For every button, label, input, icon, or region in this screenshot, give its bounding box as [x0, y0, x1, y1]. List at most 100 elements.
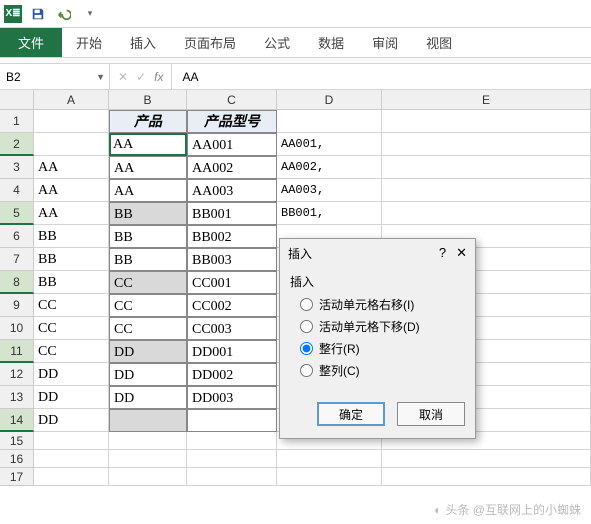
cell[interactable] [382, 450, 591, 468]
cell[interactable]: CC002 [187, 294, 277, 317]
row-header[interactable]: 4 [0, 179, 34, 202]
cell[interactable]: DD [109, 386, 187, 409]
redo-dropdown-icon[interactable]: ▾ [80, 4, 100, 24]
tab-formulas[interactable]: 公式 [250, 28, 304, 57]
cell[interactable] [277, 450, 382, 468]
row-header[interactable]: 9 [0, 294, 34, 317]
cell[interactable] [382, 156, 591, 179]
cell[interactable] [187, 450, 277, 468]
cell[interactable]: DD001 [187, 340, 277, 363]
cell[interactable]: AA [109, 156, 187, 179]
radio-entire-col[interactable]: 整列(C) [300, 362, 465, 379]
cell[interactable] [382, 468, 591, 486]
row-header[interactable]: 3 [0, 156, 34, 179]
cell[interactable]: AA [34, 156, 109, 179]
cell[interactable]: BB [109, 202, 187, 225]
cell[interactable]: 产品 [109, 110, 187, 133]
cell[interactable]: BB [109, 225, 187, 248]
col-header[interactable]: B [109, 90, 187, 110]
cell[interactable]: BB002 [187, 225, 277, 248]
cell[interactable] [34, 110, 109, 133]
col-header[interactable]: D [277, 90, 382, 110]
cell[interactable]: CC [34, 340, 109, 363]
radio-input[interactable] [300, 298, 313, 311]
tab-view[interactable]: 视图 [412, 28, 466, 57]
cell[interactable] [34, 133, 109, 156]
close-icon[interactable]: ✕ [456, 245, 467, 261]
row-header[interactable]: 13 [0, 386, 34, 409]
cell[interactable]: BB [34, 271, 109, 294]
cell[interactable]: DD [109, 340, 187, 363]
cell[interactable]: AA001 [187, 133, 277, 156]
cell[interactable]: BB [34, 248, 109, 271]
col-header[interactable]: C [187, 90, 277, 110]
undo-icon[interactable] [54, 4, 74, 24]
cell[interactable]: CC003 [187, 317, 277, 340]
row-header[interactable]: 6 [0, 225, 34, 248]
cell[interactable]: CC [109, 317, 187, 340]
tab-review[interactable]: 审阅 [358, 28, 412, 57]
radio-input[interactable] [300, 320, 313, 333]
tab-layout[interactable]: 页面布局 [170, 28, 250, 57]
cell[interactable] [187, 432, 277, 450]
cell[interactable]: BB [109, 248, 187, 271]
tab-home[interactable]: 开始 [62, 28, 116, 57]
cell[interactable]: DD [34, 363, 109, 386]
ok-button[interactable]: 确定 [317, 402, 385, 426]
radio-input[interactable] [300, 364, 313, 377]
cell[interactable]: AA003, [277, 179, 382, 202]
cell[interactable] [109, 450, 187, 468]
cell[interactable] [277, 110, 382, 133]
row-header[interactable]: 10 [0, 317, 34, 340]
name-box[interactable]: ▼ [0, 64, 110, 89]
formula-input[interactable]: AA [172, 64, 591, 89]
cell[interactable]: BB001 [187, 202, 277, 225]
cell[interactable] [109, 432, 187, 450]
save-icon[interactable] [28, 4, 48, 24]
row-header[interactable]: 14 [0, 409, 34, 432]
cell[interactable]: BB003 [187, 248, 277, 271]
cell[interactable] [277, 468, 382, 486]
row-header[interactable]: 15 [0, 432, 34, 450]
cell[interactable]: DD [34, 409, 109, 432]
tab-insert[interactable]: 插入 [116, 28, 170, 57]
cell[interactable]: CC [34, 294, 109, 317]
cell[interactable]: CC [34, 317, 109, 340]
tab-data[interactable]: 数据 [304, 28, 358, 57]
cell[interactable]: DD003 [187, 386, 277, 409]
cell[interactable]: AA [34, 179, 109, 202]
cell[interactable]: CC [109, 294, 187, 317]
row-header[interactable]: 1 [0, 110, 34, 133]
cancel-button[interactable]: 取消 [397, 402, 465, 426]
cell[interactable] [187, 409, 277, 432]
cell[interactable]: CC [109, 271, 187, 294]
cell[interactable]: AA003 [187, 179, 277, 202]
row-header[interactable]: 11 [0, 340, 34, 363]
cell[interactable]: DD [34, 386, 109, 409]
radio-shift-right[interactable]: 活动单元格右移(I) [300, 296, 465, 313]
cell[interactable]: BB [34, 225, 109, 248]
cell[interactable]: AA [109, 179, 187, 202]
help-icon[interactable]: ? [439, 245, 446, 261]
cancel-icon[interactable]: ✕ [118, 70, 128, 84]
cell[interactable] [109, 409, 187, 432]
row-header[interactable]: 7 [0, 248, 34, 271]
cell[interactable]: DD002 [187, 363, 277, 386]
row-header[interactable]: 17 [0, 468, 34, 486]
radio-entire-row[interactable]: 整行(R) [300, 340, 465, 357]
dialog-titlebar[interactable]: 插入 ? ✕ [280, 239, 475, 267]
select-all-corner[interactable] [0, 90, 34, 110]
row-header[interactable]: 12 [0, 363, 34, 386]
cell[interactable] [34, 432, 109, 450]
col-header[interactable]: E [382, 90, 591, 110]
tab-file[interactable]: 文件 [0, 28, 62, 57]
col-header[interactable]: A [34, 90, 109, 110]
row-header[interactable]: 16 [0, 450, 34, 468]
fx-icon[interactable]: fx [154, 70, 163, 84]
cell[interactable]: AA [109, 133, 187, 156]
cell[interactable]: DD [109, 363, 187, 386]
cell[interactable]: 产品型号 [187, 110, 277, 133]
cell[interactable] [34, 468, 109, 486]
cell[interactable] [187, 468, 277, 486]
row-header[interactable]: 2 [0, 133, 34, 156]
